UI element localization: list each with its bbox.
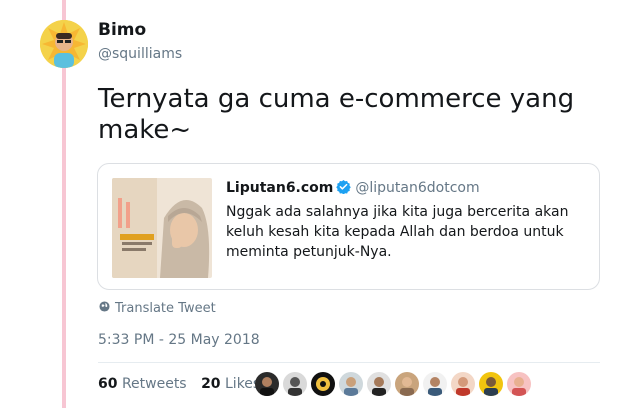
translate-tweet-label: Translate Tweet <box>115 301 216 316</box>
liker-avatars <box>255 372 531 396</box>
quoted-author-handle[interactable]: @liputan6dotcom <box>355 180 479 196</box>
quoted-tweet-card[interactable]: Liputan6.com @liputan6dotcom Nggak ada sa… <box>97 163 600 290</box>
liker-avatar[interactable] <box>479 372 503 396</box>
liker-avatar[interactable] <box>367 372 391 396</box>
tweet-timestamp[interactable]: 5:33 PM - 25 May 2018 <box>98 332 260 348</box>
quoted-tweet-text: Nggak ada salahnya jika kita juga bercer… <box>226 204 569 260</box>
liker-avatar[interactable] <box>311 372 335 396</box>
likes-count: 20 <box>201 376 221 392</box>
likes-stat[interactable]: 20 Likes <box>201 376 260 392</box>
retweets-count: 60 <box>98 376 118 392</box>
liker-avatar[interactable] <box>283 372 307 396</box>
author-display-name[interactable]: Bimo <box>98 20 146 40</box>
quoted-author-name[interactable]: Liputan6.com <box>226 180 333 196</box>
liker-avatar[interactable] <box>339 372 363 396</box>
quoted-tweet-header: Liputan6.com @liputan6dotcom <box>226 179 480 198</box>
verified-badge-icon <box>336 179 352 198</box>
liker-avatar[interactable] <box>255 372 279 396</box>
tweet-text: Ternyata ga cuma e-commerce yang make~ <box>98 84 575 145</box>
retweets-label: Retweets <box>121 376 187 392</box>
translate-tweet-link[interactable]: Translate Tweet <box>99 301 216 316</box>
divider <box>98 362 600 363</box>
retweets-stat[interactable]: 60 Retweets <box>98 376 187 392</box>
author-avatar[interactable] <box>40 20 88 68</box>
liker-avatar[interactable] <box>451 372 475 396</box>
author-handle[interactable]: @squilliams <box>98 46 182 62</box>
quoted-tweet-thumbnail <box>112 178 212 278</box>
globe-icon <box>99 301 110 316</box>
liker-avatar[interactable] <box>507 372 531 396</box>
liker-avatar[interactable] <box>423 372 447 396</box>
tweet-stats: 60 Retweets 20 Likes <box>98 376 270 392</box>
liker-avatar[interactable] <box>395 372 419 396</box>
